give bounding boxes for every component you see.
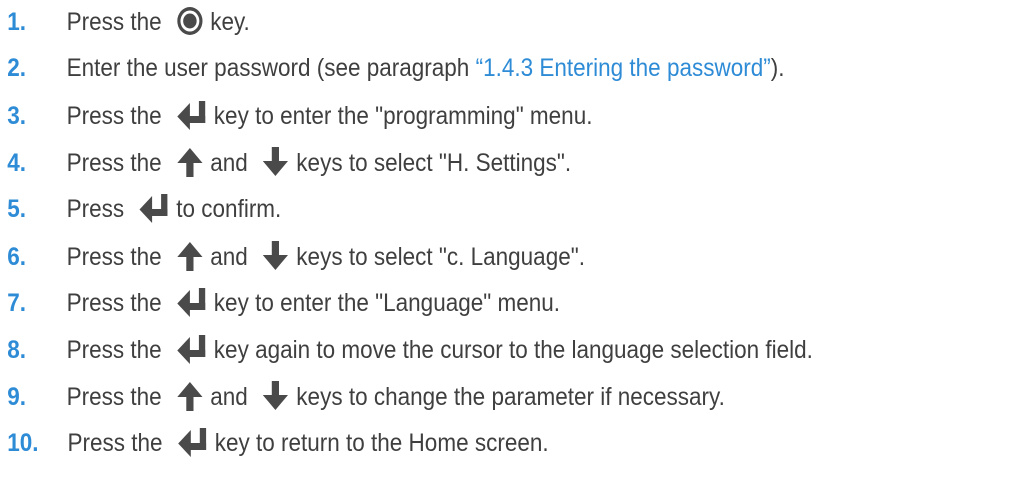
step-number: 2. (7, 54, 26, 82)
step-number: 6. (7, 243, 26, 271)
arrow-down-icon (261, 146, 290, 178)
step-text: to confirm. (176, 195, 282, 223)
step-row: 1. Press the key. (0, 0, 250, 45)
step-row: 5. Press to confirm. (0, 186, 281, 232)
cross-reference-link[interactable]: “1.4.3 Entering the password” (476, 45, 771, 91)
ok-button-icon (175, 5, 204, 37)
step-number: 3. (7, 102, 26, 130)
step-text: Press the (66, 243, 168, 271)
enter-key-icon (175, 285, 207, 319)
step-text: Press the (66, 8, 168, 36)
arrow-down-icon (261, 380, 290, 412)
step-text: Press the (66, 289, 168, 317)
step-text: key to enter the "programming" menu. (213, 102, 593, 130)
step-text: Press the (66, 383, 168, 411)
step-row: 9. Press the and keys to change the param… (0, 374, 725, 420)
step-text: Press the (67, 429, 169, 457)
step-text: keys to change the parameter if necessar… (296, 383, 725, 411)
step-text: Press (66, 195, 131, 223)
step-number: 10. (7, 429, 39, 457)
step-text: Press the (66, 149, 168, 177)
step-text: and (210, 243, 255, 271)
step-text: and (210, 149, 255, 177)
step-text: keys to select "H. Settings". (296, 149, 572, 177)
step-text: key. (210, 8, 250, 36)
step-text: Enter the user password (see paragraph (66, 54, 476, 82)
arrow-up-icon (175, 380, 204, 412)
step-number: 4. (7, 149, 26, 177)
arrow-up-icon (175, 240, 204, 272)
step-number: 1. (7, 8, 26, 36)
enter-key-icon (138, 191, 170, 225)
step-number: 5. (7, 195, 26, 223)
step-number: 9. (7, 383, 26, 411)
enter-key-icon (175, 332, 207, 366)
enter-key-icon (175, 98, 207, 132)
arrow-down-icon (261, 240, 290, 272)
step-text: Press the (66, 102, 168, 130)
step-text: key again to move the cursor to the lang… (213, 336, 813, 364)
step-row: 6. Press the and keys to select "c. Langu… (0, 234, 585, 280)
step-text: Press the (66, 336, 168, 364)
step-row: 3. Press the key to enter the "programmin… (0, 93, 592, 139)
step-row: 7. Press the key to enter the "Language" … (0, 280, 560, 326)
step-text: keys to select "c. Language". (296, 243, 585, 271)
step-number: 7. (7, 289, 26, 317)
step-row: 10. Press the key to return to the Home s… (0, 420, 549, 466)
step-text: and (210, 383, 255, 411)
instruction-steps: 1. Press the key. 2. Enter the user passwor… (0, 0, 1009, 488)
step-row: 4. Press the and keys to select "H. Setti… (0, 140, 571, 186)
step-row: 2. Enter the user password (see paragraph… (0, 45, 785, 91)
step-text: ). (770, 54, 785, 82)
enter-key-icon (176, 425, 208, 459)
step-number: 8. (7, 336, 26, 364)
step-text: key to return to the Home screen. (214, 429, 549, 457)
step-row: 8. Press the key again to move the cursor… (0, 327, 813, 373)
arrow-up-icon (175, 146, 204, 178)
step-text: key to enter the "Language" menu. (213, 289, 561, 317)
